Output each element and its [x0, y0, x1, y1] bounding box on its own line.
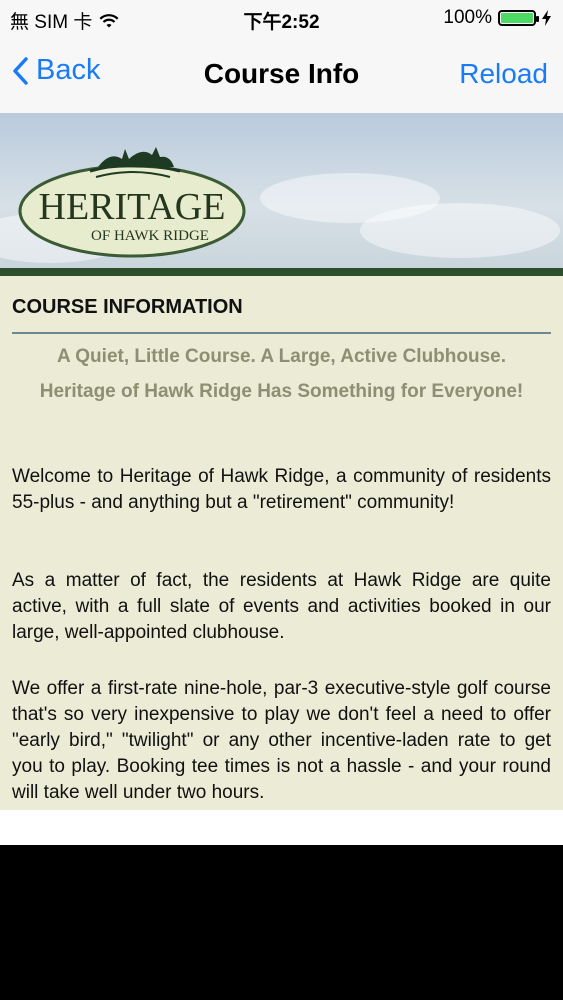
heritage-logo: HERITAGE OF HAWK RIDGE: [18, 147, 246, 258]
course-info-content: COURSE INFORMATION A Quiet, Little Cours…: [0, 276, 563, 810]
banner-divider: [0, 268, 563, 276]
logo-line2: OF HAWK RIDGE: [91, 228, 209, 244]
status-bar: 無 SIM 卡 下午2:52 100%: [0, 0, 563, 38]
tagline-2: Heritage of Hawk Ridge Has Something for…: [39, 381, 524, 402]
paragraph-activities: As a matter of fact, the residents at Ha…: [12, 570, 551, 643]
header-banner: HERITAGE OF HAWK RIDGE: [0, 113, 563, 270]
charging-bolt-icon: [542, 10, 551, 26]
section-heading: COURSE INFORMATION: [12, 296, 243, 318]
heading-divider: [12, 332, 551, 334]
navigation-bar: Back Course Info Reload: [0, 38, 563, 114]
battery-icon: [498, 10, 539, 26]
paragraph-welcome: Welcome to Heritage of Hawk Ridge, a com…: [12, 466, 551, 513]
paragraph-golf: We offer a first-rate nine-hole, par-3 e…: [12, 678, 551, 803]
battery-group: 100%: [443, 7, 551, 29]
logo-line1: HERITAGE: [39, 186, 226, 228]
tagline-1: A Quiet, Little Course. A Large, Active …: [56, 346, 507, 367]
battery-percent: 100%: [443, 7, 492, 28]
bottom-edge: [0, 810, 563, 845]
reload-button[interactable]: Reload: [459, 58, 548, 90]
